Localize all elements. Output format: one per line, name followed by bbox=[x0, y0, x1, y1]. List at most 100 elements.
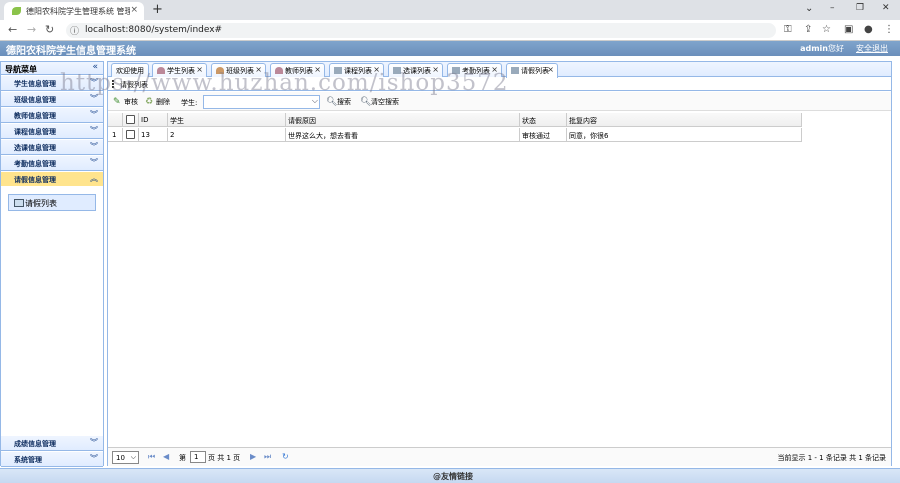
search-label: 搜索 bbox=[337, 98, 351, 106]
list-icon bbox=[511, 67, 519, 74]
footer: @友情链接 bbox=[0, 468, 900, 483]
delete-button[interactable]: ♻ 删除 bbox=[145, 95, 175, 108]
sidebar-item-label: 请假信息管理 bbox=[14, 176, 56, 184]
main-panel: 欢迎使用 学生列表 × 班级列表 × 教师列表 × 课程列表 × 选课列表 × 考勤列表 ×… bbox=[107, 61, 892, 466]
row-checkbox[interactable] bbox=[126, 130, 135, 139]
cell-reason: 世界这么大，想去看看 bbox=[288, 132, 358, 140]
sidebar: 导航菜单 « 学生信息管理 ︾ 班级信息管理 ︾ 教师信息管理 ︾ 课程信息管理 ︾ 选… bbox=[0, 61, 104, 467]
url-field[interactable]: ⓘ localhost:8080/system/index# bbox=[66, 23, 776, 38]
sidebar-item-label: 选课信息管理 bbox=[14, 144, 56, 152]
student-filter-label: 学生: bbox=[181, 99, 198, 107]
sidebar-item-label: 教师信息管理 bbox=[14, 112, 56, 120]
pencil-icon: ✎ bbox=[113, 97, 121, 107]
chevron-down-icon: ︾ bbox=[90, 438, 98, 447]
column-header[interactable]: 请假原因 bbox=[288, 116, 316, 126]
search-icon: 🔍︎ bbox=[360, 97, 372, 107]
select-all-checkbox[interactable] bbox=[126, 115, 135, 124]
cell-status: 审核通过 bbox=[522, 132, 550, 140]
forward-icon[interactable]: → bbox=[27, 23, 36, 36]
browser-tab[interactable]: 德阳农科院学生管理系统 管理员 × bbox=[4, 2, 144, 20]
tab-label: 请假列表 bbox=[521, 67, 549, 75]
delete-label: 删除 bbox=[156, 98, 170, 106]
sidebar-item-selection[interactable]: 选课信息管理 ︾ bbox=[1, 140, 103, 155]
page-number-input[interactable]: 1 bbox=[190, 451, 206, 463]
table-row[interactable]: 1 13 2 世界这么大，想去看看 审核通过 同意，你很6 bbox=[108, 128, 802, 142]
new-tab-button[interactable]: + bbox=[152, 2, 163, 17]
delete-icon: ♻ bbox=[145, 97, 154, 107]
sidebar-item-label: 班级信息管理 bbox=[14, 96, 56, 104]
chevron-down-icon: ︾ bbox=[90, 126, 98, 135]
chevron-down-icon: ︾ bbox=[90, 454, 98, 463]
logout-link[interactable]: 安全退出 bbox=[856, 43, 888, 54]
tab-close-icon[interactable]: × bbox=[130, 5, 138, 15]
maximize-button[interactable]: ❐ bbox=[856, 3, 864, 13]
minimize-button[interactable]: – bbox=[830, 3, 835, 13]
prev-page-icon[interactable]: ◀ bbox=[163, 452, 169, 461]
last-page-icon[interactable]: ⏭ bbox=[264, 452, 271, 462]
search-icon: 🔍︎ bbox=[326, 97, 338, 107]
menu-dots-icon[interactable]: ⋮ bbox=[884, 24, 894, 35]
chevron-down-icon: ︾ bbox=[90, 142, 98, 151]
cell-student: 2 bbox=[170, 131, 175, 139]
app-title: 德阳农科院学生信息管理系统 bbox=[6, 46, 136, 57]
sidebar-title: 导航菜单 bbox=[5, 65, 37, 74]
sidepanel-icon[interactable]: ▣ bbox=[844, 24, 853, 35]
leave-list-link[interactable]: 请假列表 bbox=[8, 194, 96, 211]
page-size-select[interactable]: 10 ⌵ bbox=[112, 451, 139, 464]
student-select[interactable]: ⌵ bbox=[203, 95, 320, 109]
pagination-bar: 10 ⌵ ⏮ ◀ 第 1 页 共 1 页 ▶ ⏭ ↻ 当前显示 1 - 1 条记录… bbox=[108, 447, 891, 466]
row-number: 1 bbox=[112, 131, 117, 139]
column-header[interactable]: ID bbox=[141, 116, 148, 124]
sidebar-item-teacher[interactable]: 教师信息管理 ︾ bbox=[1, 108, 103, 123]
page-number-value: 1 bbox=[194, 453, 199, 461]
tab-close-icon[interactable]: × bbox=[547, 65, 554, 74]
refresh-icon[interactable]: ↻ bbox=[282, 452, 289, 461]
sidebar-item-course[interactable]: 课程信息管理 ︾ bbox=[1, 124, 103, 139]
next-page-icon[interactable]: ▶ bbox=[250, 452, 256, 461]
clear-search-label: 清空搜索 bbox=[371, 98, 399, 106]
chevron-down-icon: ⌵ bbox=[130, 453, 136, 461]
chevron-up-icon: ︽ bbox=[90, 174, 98, 183]
sidebar-item-label: 成绩信息管理 bbox=[14, 440, 56, 448]
page-total: 页 共 1 页 bbox=[208, 454, 241, 462]
audit-label: 审核 bbox=[124, 98, 138, 106]
tab-search-icon[interactable]: ⌄ bbox=[805, 3, 813, 14]
grid-header: ID 学生 请假原因 状态 批复内容 bbox=[108, 113, 802, 127]
column-header[interactable]: 状态 bbox=[522, 116, 536, 126]
tab-leave[interactable]: 请假列表 × bbox=[506, 63, 558, 78]
clear-search-button[interactable]: 🔍︎ 清空搜索 bbox=[360, 95, 404, 108]
reload-icon[interactable]: ↻ bbox=[45, 23, 54, 36]
column-header[interactable]: 批复内容 bbox=[569, 116, 597, 126]
sidebar-item-system[interactable]: 系统管理 ︾ bbox=[1, 452, 103, 467]
bookmark-star-icon[interactable]: ☆ bbox=[822, 24, 831, 35]
chevron-down-icon: ⌵ bbox=[311, 96, 318, 105]
username: admin bbox=[800, 44, 828, 53]
app-header: 德阳农科院学生信息管理系统 admin您好 安全退出 bbox=[0, 41, 900, 57]
sidebar-item-attendance[interactable]: 考勤信息管理 ︾ bbox=[1, 156, 103, 171]
page-size-value: 10 bbox=[116, 454, 125, 462]
sidebar-item-label: 学生信息管理 bbox=[14, 80, 56, 88]
sidebar-item-label: 课程信息管理 bbox=[14, 128, 56, 136]
share-icon[interactable]: ⇪ bbox=[804, 24, 812, 35]
key-icon[interactable]: ⚿ bbox=[784, 24, 792, 35]
sidebar-item-leave[interactable]: 请假信息管理 ︽ bbox=[1, 172, 103, 187]
sidebar-item-grades[interactable]: 成绩信息管理 ︾ bbox=[1, 436, 103, 451]
first-page-icon[interactable]: ⏮ bbox=[148, 452, 155, 462]
close-window-button[interactable]: ✕ bbox=[882, 3, 890, 13]
footer-link[interactable]: @友情链接 bbox=[433, 471, 473, 482]
list-icon bbox=[14, 199, 24, 207]
column-header[interactable]: 学生 bbox=[170, 116, 184, 126]
back-icon[interactable]: ← bbox=[8, 23, 17, 36]
browser-tabstrip: 德阳农科院学生管理系统 管理员 × + ⌄ – ❐ ✕ bbox=[0, 0, 900, 20]
url-text: localhost:8080/system/index# bbox=[85, 25, 223, 35]
address-bar-row: ← → ↻ ⓘ localhost:8080/system/index# ⚿ ⇪… bbox=[0, 20, 900, 41]
profile-icon[interactable]: ● bbox=[864, 24, 873, 35]
welcome-text: admin您好 bbox=[800, 43, 844, 54]
audit-button[interactable]: ✎ 审核 bbox=[113, 95, 141, 108]
info-icon: ⓘ bbox=[70, 27, 80, 37]
record-summary: 当前显示 1 - 1 条记录 共 1 条记录 bbox=[777, 454, 886, 462]
sidebar-item-label: 考勤信息管理 bbox=[14, 160, 56, 168]
leave-list-label: 请假列表 bbox=[25, 199, 57, 208]
chevron-down-icon: ︾ bbox=[90, 158, 98, 167]
search-button[interactable]: 🔍︎ 搜索 bbox=[326, 95, 356, 108]
